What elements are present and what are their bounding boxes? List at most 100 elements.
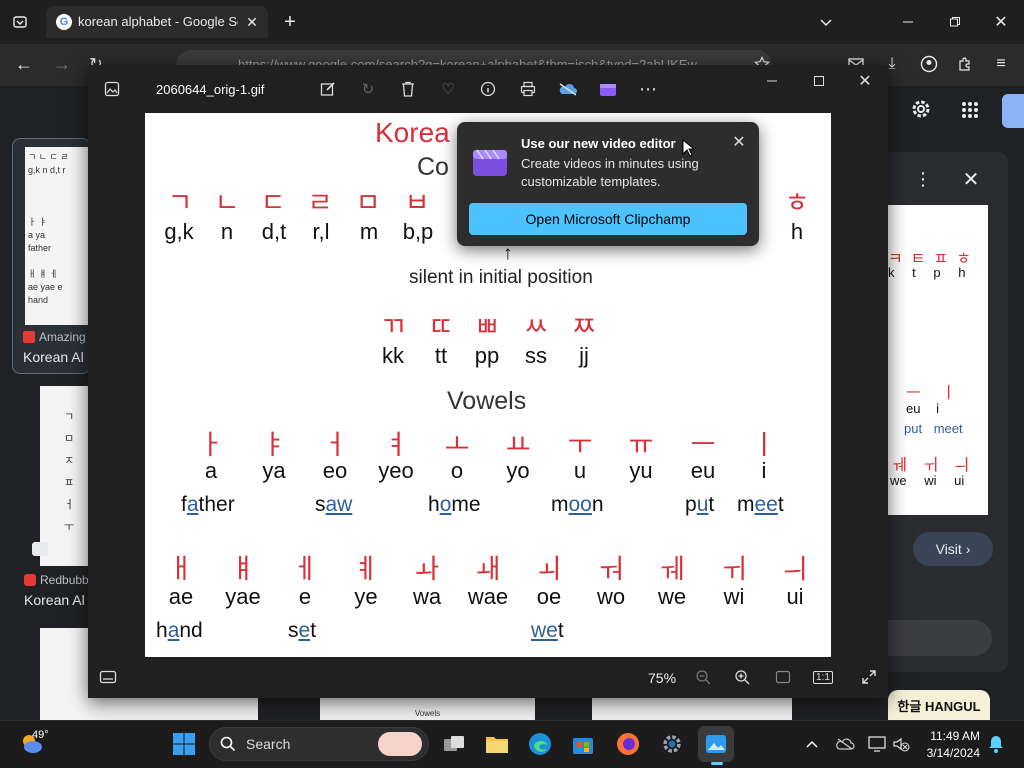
settings-gear-icon[interactable] (908, 96, 934, 122)
popup-close-icon[interactable]: ✕ (727, 130, 751, 154)
delete-trash-icon[interactable] (395, 76, 421, 102)
clipchamp-icon[interactable] (595, 76, 621, 102)
settings-icon[interactable] (654, 726, 690, 762)
taskbar-search-box[interactable]: Search (209, 727, 429, 761)
vowel-rom: eu (690, 458, 716, 483)
start-windows-icon[interactable] (166, 726, 202, 762)
result-thumbnail-2[interactable]: ㄱㅁㅈㅍㅓㅜ (40, 386, 88, 566)
sign-in-button[interactable] (1002, 94, 1024, 128)
bottom-thumbnail-2[interactable]: Vowels (320, 698, 535, 720)
zoom-in-icon[interactable] (729, 664, 755, 690)
viewer-maximize-icon[interactable] (806, 68, 832, 94)
redbubble-favicon-icon (24, 574, 36, 586)
volume-muted-icon[interactable] (890, 734, 912, 754)
visit-button[interactable]: Visit › (913, 532, 993, 566)
consonant-kr: ㅎ (784, 188, 810, 219)
compound-vowel-rom: ae (168, 584, 194, 609)
compound-vowel-kr: ㅟ (721, 554, 747, 585)
viewer-minimize-icon[interactable] (759, 68, 785, 94)
result-source-1: Amazing (39, 330, 86, 344)
open-clipchamp-button[interactable]: Open Microsoft Clipchamp (469, 203, 747, 235)
consonant-kr: ㅁ (355, 188, 381, 219)
actual-size-icon[interactable]: 1:1 (810, 664, 836, 690)
preview-row2-ex: put meet (904, 421, 963, 436)
bottom-thumbnail-1[interactable] (88, 698, 258, 720)
minimize-window-icon[interactable] (896, 10, 920, 34)
compound-vowel-rom: wi (723, 584, 745, 609)
compound-vowel-rom: yae (225, 584, 261, 609)
back-arrow-icon[interactable]: ← (12, 52, 36, 76)
weather-temp: 49° (32, 729, 49, 741)
related-search-field[interactable] (888, 620, 992, 656)
display-tray-icon[interactable] (866, 734, 888, 754)
tab-search-chevron-icon[interactable] (814, 10, 838, 34)
edit-image-icon[interactable] (315, 76, 341, 102)
viewer-filename: 2060644_orig-1.gif (156, 82, 265, 97)
clock-date[interactable]: 3/14/2024 (922, 746, 980, 760)
zoom-out-icon[interactable] (690, 664, 716, 690)
file-info-icon[interactable] (475, 76, 501, 102)
search-label: Search (246, 736, 291, 752)
source-favicon-icon (23, 331, 35, 343)
consonant-kr: ㄱ (167, 188, 193, 219)
gallery-icon[interactable] (99, 76, 125, 102)
extensions-icon[interactable] (953, 52, 977, 76)
preview-image[interactable]: ㅋㅌㅍㅎ k t p h ㅡ ㅣ eu i put meet ㅞ ㅟ ㅢ we … (888, 205, 988, 515)
filmstrip-icon[interactable] (95, 664, 121, 690)
file-explorer-icon[interactable] (479, 726, 515, 762)
tab-list-icon[interactable] (8, 10, 32, 34)
result-card-1[interactable]: ㄱ ㄴ ㄷ ㄹ g,k n d,t rㅏ ㅑa ya father ㅐ ㅒ ㅔ ae y… (12, 138, 91, 374)
result-thumbnail-3[interactable] (40, 628, 88, 720)
preview-row2-rom: eu i (906, 401, 939, 416)
compound-vowel-rom: ui (786, 584, 804, 609)
vowel-rom: ya (262, 458, 286, 483)
fit-to-window-icon[interactable] (770, 664, 796, 690)
show-hidden-icons-chevron-icon[interactable] (802, 734, 822, 754)
viewer-close-icon[interactable]: ✕ (852, 68, 878, 94)
consonant-kr: ㅂ (404, 188, 430, 219)
forward-arrow-icon[interactable]: → (50, 52, 74, 76)
apps-grid-icon[interactable] (958, 98, 982, 122)
clock-time[interactable]: 11:49 AM (922, 729, 980, 743)
consonant-rom: h (790, 219, 804, 244)
result-source-2: Redbubb (40, 573, 89, 587)
browser-tab-active[interactable]: G korean alphabet - Google Searc ✕ (46, 6, 268, 38)
vowels-heading: Vowels (447, 387, 527, 415)
fullscreen-icon[interactable] (856, 664, 882, 690)
compound-vowel-kr: ㅙ (475, 554, 501, 585)
account-icon[interactable] (917, 52, 941, 76)
more-options-icon[interactable]: ⋮ (912, 168, 934, 190)
popup-body: Create videos in minutes using customiza… (521, 156, 699, 189)
task-view-icon[interactable] (436, 726, 472, 762)
consonant-rom: n (220, 219, 234, 244)
bottom-thumbnail-3[interactable] (592, 698, 792, 720)
onedrive-tray-icon[interactable] (834, 734, 856, 754)
vowel-rom: a (204, 458, 218, 483)
photos-app-icon[interactable] (698, 726, 734, 762)
rotate-icon[interactable]: ↻ (355, 76, 381, 102)
preview-row1-rom: k t p h (888, 265, 966, 280)
panel-close-icon[interactable]: ✕ (958, 166, 984, 192)
close-window-icon[interactable]: ✕ (989, 10, 1013, 34)
favorite-heart-icon[interactable]: ♡ (435, 76, 461, 102)
firefox-icon[interactable] (610, 726, 646, 762)
result-thumbnail-1: ㄱ ㄴ ㄷ ㄹ g,k n d,t rㅏ ㅑa ya father ㅐ ㅒ ㅔ ae y… (25, 147, 91, 325)
onedrive-cloud-off-icon[interactable] (555, 76, 581, 102)
new-tab-icon[interactable]: + (278, 10, 302, 34)
menu-icon[interactable]: ≡ (989, 52, 1013, 76)
consonant-rom: b,p (402, 219, 434, 244)
restore-window-icon[interactable] (943, 10, 967, 34)
vowel-kr: ㅓ (322, 430, 348, 461)
compound-vowel-rom: e (298, 584, 312, 609)
microsoft-store-icon[interactable] (565, 726, 601, 762)
vowel-kr: ㅜ (567, 430, 593, 461)
notification-bell-icon[interactable] (986, 734, 1006, 754)
double-consonant-kr: ㄲ (380, 312, 406, 343)
chart-subtitle: Co (417, 153, 449, 181)
compound-vowel-kr: ㅐ (168, 554, 194, 585)
see-more-icon[interactable]: ⋯ (635, 76, 661, 102)
result-title-1: Korean Al (23, 349, 84, 365)
edge-browser-icon[interactable] (522, 726, 558, 762)
tab-close-icon[interactable]: ✕ (242, 12, 262, 32)
print-icon[interactable] (515, 76, 541, 102)
